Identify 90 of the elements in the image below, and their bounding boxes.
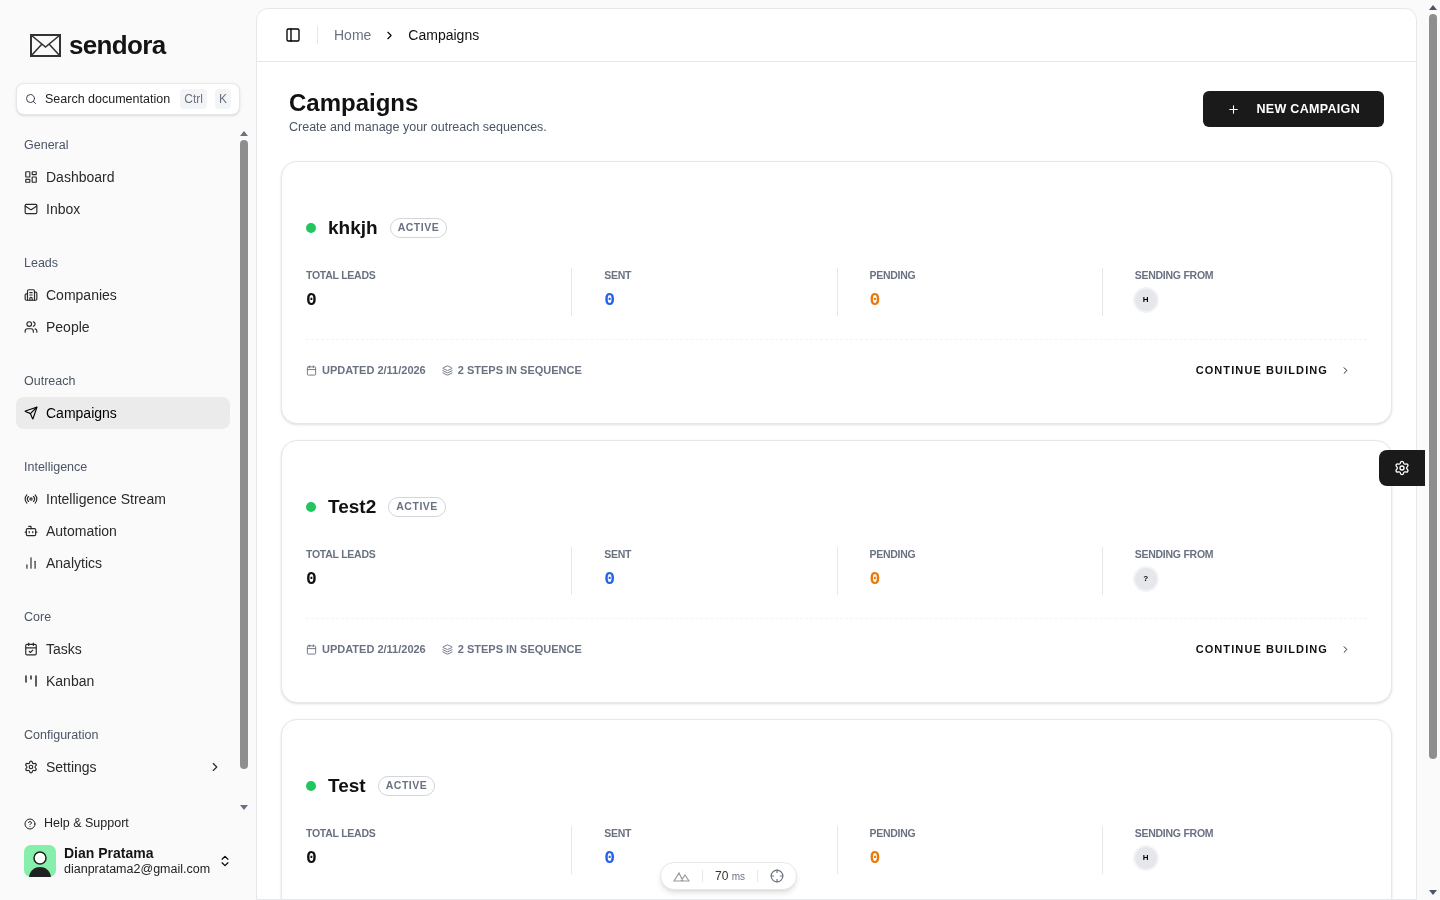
search-icon [25,93,37,105]
avatar [24,845,56,878]
nav-item[interactable]: Settings [16,751,230,783]
stat-label: SENDING FROM [1134,826,1214,842]
nav-item[interactable]: Campaigns [16,397,230,429]
nav-item[interactable]: Inbox [16,193,230,225]
page-title: Campaigns [289,88,419,118]
calendar-check-icon [24,642,38,656]
updated-date: UPDATED 2/11/2026 [322,642,426,658]
calendar-icon [306,365,317,376]
nav-item[interactable]: Companies [16,279,230,311]
settings-icon [1394,460,1410,476]
shortcut-key: K [215,89,231,109]
stat-value: 0 [869,570,881,588]
new-campaign-button[interactable]: NEW CAMPAIGN [1203,91,1384,127]
stat-label: SENT [604,268,632,284]
stat-value: 0 [306,849,317,867]
section-heading: Configuration [23,726,100,744]
page-subtitle: Create and manage your outreach sequences. [289,119,547,136]
section-heading: General [23,136,70,154]
response-time: 70 ms [715,868,746,885]
campaign-name[interactable]: khkjh [328,213,378,243]
nav-item[interactable]: Analytics [16,547,230,579]
user-email: dianpratama2@gmail.com [64,862,211,878]
robot-icon [24,524,38,538]
building-icon [24,288,38,302]
section-heading: Outreach [23,372,77,390]
bar-chart-icon [24,556,38,570]
mail-icon [24,202,38,216]
stat-value: 0 [869,291,881,309]
stat-label: TOTAL LEADS [306,826,376,842]
kanban-icon [24,674,38,688]
envelope-logo-icon [30,34,61,57]
crosshair-icon [770,869,785,883]
stat-label: SENT [604,826,632,842]
stat-value: 0 [306,570,317,588]
plus-icon [1227,102,1241,116]
mountain-icon [673,870,690,882]
stat-label: PENDING [869,826,916,842]
sidebar-toggle-icon[interactable] [285,27,301,43]
brand-name: sendora [69,29,166,62]
stat-value: 0 [604,291,616,309]
stat-label: TOTAL LEADS [306,268,376,284]
stat-value: 0 [869,849,881,867]
settings-button[interactable] [1379,450,1425,486]
shortcut-key: Ctrl [180,89,207,109]
paper-plane-icon [24,406,38,420]
search-input[interactable]: Search documentation [45,89,173,109]
steps-count: 2 STEPS IN SEQUENCE [457,642,582,658]
nav-item[interactable]: Dashboard [16,161,230,193]
section-heading: Leads [23,254,60,272]
nav-item[interactable]: Tasks [16,633,230,665]
nav-item[interactable]: Intelligence Stream [16,483,230,515]
layers-icon [441,644,453,655]
help-link[interactable]: Help & Support [24,814,129,833]
breadcrumb-item: Campaigns [408,25,480,45]
stat-label: PENDING [869,268,916,284]
settings-icon [24,760,38,774]
nav-item[interactable]: Kanban [16,665,230,697]
stat-label: TOTAL LEADS [306,547,376,563]
stat-label: SENT [604,547,632,563]
broadcast-icon [24,492,38,506]
sender-avatar: H [1134,847,1157,869]
campaign-name[interactable]: Test [328,771,366,801]
nav-item[interactable]: People [16,311,230,343]
breadcrumb-item[interactable]: Home [334,24,372,46]
continue-building-button[interactable]: CONTINUE BUILDING [1195,362,1351,379]
section-heading: Core [23,608,53,626]
steps-count: 2 STEPS IN SEQUENCE [457,363,582,379]
stat-label: SENDING FROM [1134,268,1214,284]
performance-widget[interactable]: 70 ms [660,862,798,890]
continue-building-button[interactable]: CONTINUE BUILDING [1195,641,1351,658]
section-heading: Intelligence [23,458,89,476]
stat-value: 0 [604,849,616,867]
help-icon [24,817,36,830]
calendar-icon [306,644,317,655]
stat-value: 0 [604,570,616,588]
search-field[interactable]: Search documentation Ctrl K [16,83,240,115]
stat-label: PENDING [869,547,916,563]
stat-label: SENDING FROM [1134,547,1214,563]
sender-avatar: ? [1134,568,1157,590]
updated-date: UPDATED 2/11/2026 [322,363,426,379]
user-name: Dian Pratama [64,844,154,863]
campaign-name[interactable]: Test2 [328,492,377,522]
dashboard-icon [24,170,38,184]
stat-value: 0 [306,291,317,309]
layers-icon [441,365,453,376]
nav-item[interactable]: Automation [16,515,230,547]
sender-avatar: H [1134,289,1157,311]
people-icon [24,320,38,334]
